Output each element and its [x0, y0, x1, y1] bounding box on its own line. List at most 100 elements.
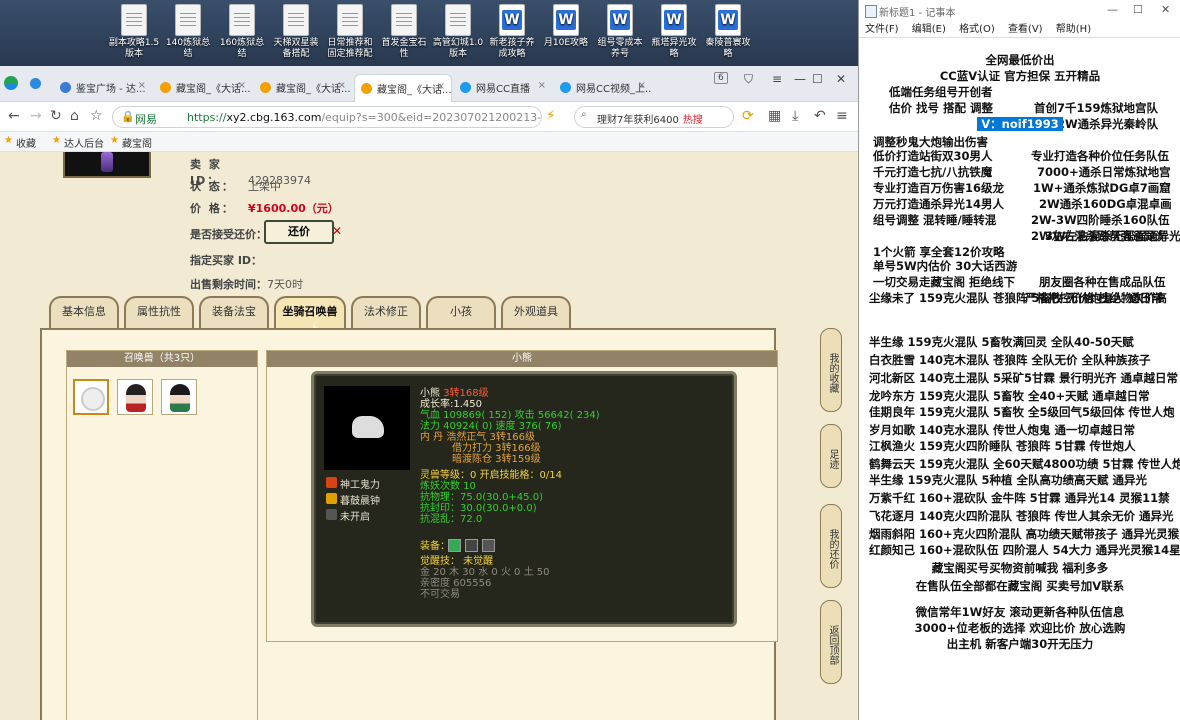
desktop-file-label: 高管幻城1.0版本	[432, 38, 484, 59]
my-offers-button[interactable]: 我的还价	[820, 504, 842, 588]
notepad-maximize-icon[interactable]: ☐	[1133, 3, 1143, 16]
tab-mounts-pets[interactable]: 坐骑召唤兽	[274, 296, 346, 328]
tab-favicon-icon	[361, 83, 372, 94]
notepad-line: 万紫千红 160+混砍队 金牛阵 5甘霖 通异光14 灵猴11禁	[869, 490, 1170, 506]
tab-close-icon[interactable]: ×	[238, 80, 246, 91]
home-icon[interactable]: ⌂	[70, 108, 79, 124]
minimize-icon[interactable]: —	[794, 72, 806, 86]
desktop-file-5[interactable]: 日常推荐和固定推荐配	[324, 4, 376, 60]
pet-mp: 法力 40924( 0)	[420, 421, 493, 432]
pin-icon[interactable]: ⛉	[744, 72, 753, 87]
search-input[interactable]: ⌕ 理财7年获利6400 热搜	[574, 106, 734, 128]
pet-thumb-lady[interactable]	[161, 379, 197, 415]
reload-icon[interactable]: ↻	[50, 108, 62, 124]
tab-appearance[interactable]: 外观道具	[501, 296, 571, 328]
desktop-file-2[interactable]: 140炼狱总结	[162, 4, 214, 60]
bookmark-favorites[interactable]: 收藏	[4, 135, 36, 150]
desktop-file-9[interactable]: 月10E攻略	[540, 4, 592, 49]
pet-hp: 气血 109869( 152)	[420, 410, 512, 421]
desktop-file-4[interactable]: 天梯双星装备搭配	[270, 4, 322, 60]
url-field[interactable]: 🔒 网易 https://xy2.cbg.163.com/equip?s=300…	[112, 106, 542, 128]
tab-close-icon[interactable]: ×	[138, 80, 146, 91]
skill-3-label: 未开启	[340, 512, 370, 523]
desktop-file-8[interactable]: 新老孩子养成攻略	[486, 4, 538, 60]
tab-attributes[interactable]: 属性抗性	[124, 296, 194, 328]
notepad-text-area[interactable]: 全网最低价出 CC蓝V认证 官方担保 五开精品 低端任务组号开创者 首创7千159炼狱…	[859, 38, 1180, 720]
notepad-minimize-icon[interactable]: —	[1107, 3, 1118, 16]
pet-thumb-girl[interactable]	[117, 379, 153, 415]
browser-tab-3[interactable]: 藏宝阁_《大话... ×	[254, 74, 352, 102]
my-favorites-button[interactable]: 我的收藏	[820, 328, 842, 412]
pet-inner-2: 借力打力 3转166级	[452, 443, 541, 454]
buyer-label: 指定买家 ID：	[190, 254, 263, 267]
desktop-file-6[interactable]: 首发金宝石性	[378, 4, 430, 60]
text-file-icon	[121, 4, 147, 36]
tab-spell-correction[interactable]: 法术修正	[351, 296, 421, 328]
menu-edit[interactable]: 编辑(E)	[912, 24, 946, 35]
equip-slot-3-icon[interactable]	[481, 539, 495, 552]
pet-atk: 攻击 56642( 234)	[514, 410, 600, 421]
notepad-line: 岁月如歌 140克水混队 传世人炮鬼 通一切卓越日常	[869, 422, 1135, 438]
browser-logo-icon[interactable]	[4, 76, 18, 90]
back-to-top-button[interactable]: 返回顶部	[820, 600, 842, 684]
shield-icon[interactable]	[30, 78, 41, 89]
desktop-file-3[interactable]: 160炼狱总结	[216, 4, 268, 60]
tab-child[interactable]: 小孩	[426, 296, 496, 328]
forward-icon[interactable]: →	[30, 108, 42, 124]
footprint-button[interactable]: 足迹	[820, 424, 842, 488]
tab-close-icon[interactable]: ×	[338, 80, 346, 91]
counter-offer-button[interactable]: 还价	[264, 220, 334, 244]
pet-spd: 速度 376( 76)	[495, 421, 562, 432]
back-icon[interactable]: ←	[8, 108, 20, 124]
counter-close-icon[interactable]: ✕	[332, 224, 342, 238]
bookmark-talent-admin[interactable]: 达人后台	[52, 135, 104, 150]
pet-equip-slots	[448, 539, 495, 555]
menu-view[interactable]: 查看(V)	[1008, 24, 1043, 35]
word-doc-icon	[607, 4, 633, 36]
menu-file[interactable]: 文件(F)	[865, 24, 899, 35]
girl-portrait-icon	[126, 384, 146, 412]
undo-icon[interactable]: ↶	[814, 108, 826, 124]
maximize-icon[interactable]: ☐	[812, 72, 823, 86]
bookmark-star-icon[interactable]: ☆	[90, 108, 103, 124]
equip-slot-2-icon[interactable]	[464, 539, 478, 552]
desktop-file-10[interactable]: 组号零成本养号	[594, 4, 646, 60]
notepad-line-text: 1W+通杀炼狱DG卓7画窟	[1033, 181, 1171, 195]
pet-resist-phys: 抗物理：75.0(30.0+45.0)	[420, 492, 543, 503]
lightning-icon[interactable]: ⚡	[546, 108, 556, 124]
browser-tab-4[interactable]: 藏宝阁_《大话... ×	[354, 74, 452, 102]
tab-basic-info[interactable]: 基本信息	[49, 296, 119, 328]
tab-equipment[interactable]: 装备法宝	[199, 296, 269, 328]
menu-help[interactable]: 帮助(H)	[1056, 24, 1091, 35]
notepad-title: 新标题1 - 记事本	[859, 0, 1180, 20]
menu-icon[interactable]: ≡	[772, 72, 782, 86]
skill-bell-icon	[326, 493, 337, 504]
equip-slot-1-icon[interactable]	[448, 539, 461, 552]
notepad-close-icon[interactable]: ✕	[1161, 3, 1170, 16]
browser-tab-5[interactable]: 网易CC直播 ×	[454, 74, 552, 102]
bookmark-cbg[interactable]: 藏宝阁	[110, 135, 152, 150]
desktop-file-1[interactable]: 副本攻略1.5版本	[108, 4, 160, 60]
tab-close-icon[interactable]: ×	[638, 80, 646, 91]
grid-icon[interactable]: ▦	[768, 108, 781, 124]
more-icon[interactable]: ≡	[836, 108, 848, 124]
notepad-line-text: 全网最低价出	[985, 53, 1055, 67]
desktop-file-12[interactable]: 秦陵普寰攻略	[702, 4, 754, 60]
menu-format[interactable]: 格式(O)	[959, 24, 995, 35]
tab-close-icon[interactable]: ×	[538, 80, 546, 91]
address-toolbar: ← → ↻ ⌂ ☆ 🔒 网易 https://xy2.cbg.163.com/e…	[0, 102, 858, 132]
desktop-file-7[interactable]: 高管幻城1.0版本	[432, 4, 484, 60]
pet-thumb-bear[interactable]	[73, 379, 109, 415]
tab-count-badge[interactable]: 6	[714, 72, 728, 84]
refresh-ext-icon[interactable]: ⟳	[742, 108, 754, 124]
browser-tab-6[interactable]: 网易CC视频_上... ×	[554, 74, 652, 102]
desktop-file-label: 160炼狱总结	[219, 38, 265, 59]
close-icon[interactable]: ✕	[836, 72, 846, 86]
download-icon[interactable]: ⤓	[792, 108, 798, 124]
browser-tab-1[interactable]: 鉴宝广场 - 达... ×	[54, 74, 152, 102]
price-row: 价 格： ¥1600.00（元）	[190, 200, 339, 216]
desktop-file-label: 首发金宝石性	[381, 38, 427, 59]
browser-tab-2[interactable]: 藏宝阁_《大话... ×	[154, 74, 252, 102]
tab-close-icon[interactable]: ×	[437, 81, 445, 92]
desktop-file-11[interactable]: 瓶塔异光攻略	[648, 4, 700, 60]
